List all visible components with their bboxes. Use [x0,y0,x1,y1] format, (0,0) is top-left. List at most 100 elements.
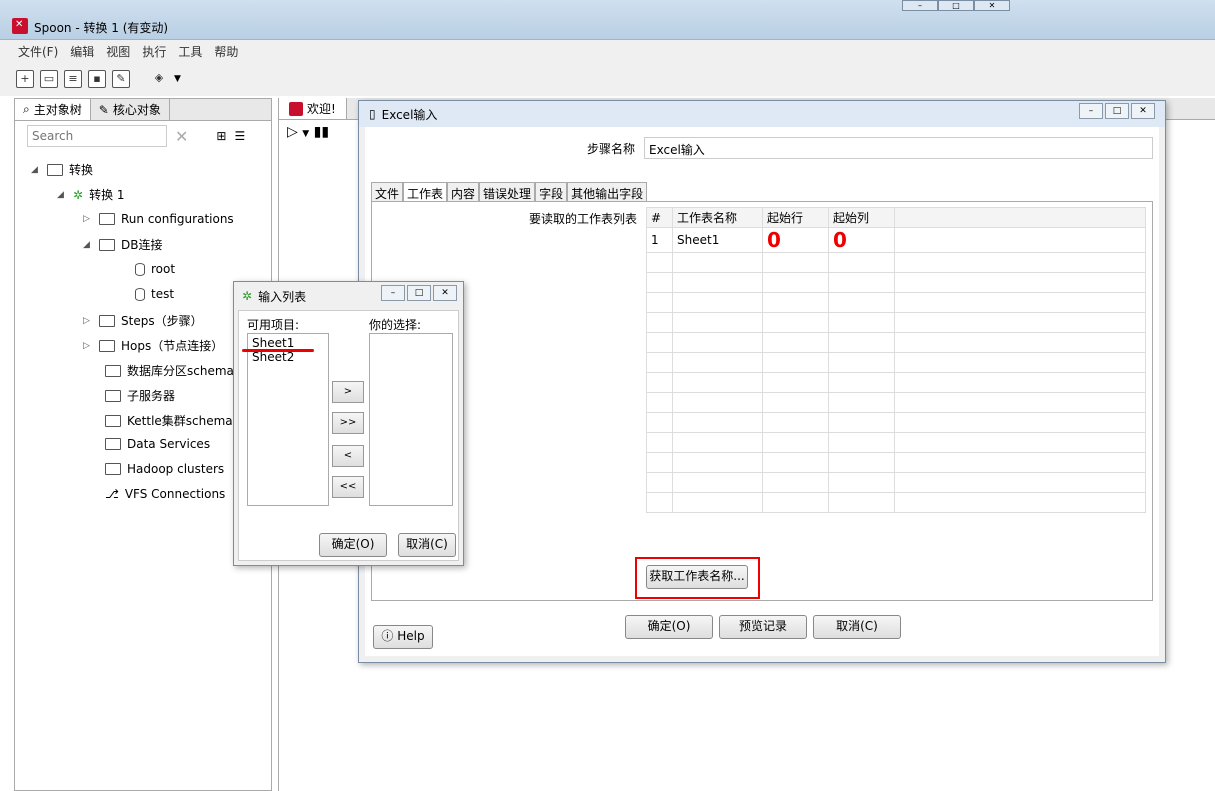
cancel-button[interactable]: 取消(C) [398,533,456,557]
selected-list[interactable] [369,333,453,506]
column-header [894,207,1146,228]
table-row [646,332,1146,353]
collapsed-arrow-icon: ▷ [83,315,90,326]
menu-file[interactable]: 文件(F) [18,43,58,60]
menu-tools[interactable]: 工具 [178,43,202,60]
table-row[interactable]: 1 Sheet1 0 0 [646,227,1146,253]
window-title: Spoon - 转换 1 (有变动) [34,21,169,35]
tree-node-hops[interactable]: ▷ Hops（节点连接） [83,337,223,354]
tree-node-partition[interactable]: 数据库分区schemas [105,362,240,379]
excel-dialog-titlebar: ▯ Excel输入 [359,101,1165,127]
tree-node-db-test[interactable]: test [135,287,174,301]
spoon-app-icon [12,18,28,34]
tree-node-root[interactable]: ◢ 转换 [31,161,93,178]
save-as-icon[interactable]: ✎ [112,70,130,88]
tab-welcome[interactable]: 欢迎! [279,98,347,119]
window-titlebar: Spoon - 转换 1 (有变动) – □ ✕ [0,0,1215,40]
ok-button[interactable]: 确定(O) [625,615,713,639]
sheet-name-cell[interactable]: Sheet1 [672,227,763,253]
help-button[interactable]: ⓘ Help [373,625,433,649]
move-right-button[interactable]: > [332,381,364,403]
folder-icon [99,314,115,327]
list-item[interactable]: Sheet1 [248,334,328,350]
folder-icon [105,414,121,427]
tree-node-db-root[interactable]: root [135,262,175,276]
new-file-icon[interactable]: + [16,70,34,88]
move-all-right-button[interactable]: >> [332,412,364,434]
column-header: 工作表名称 [672,207,763,228]
chevron-down-icon[interactable]: ▼ [174,74,181,84]
column-header: 起始行 [762,207,829,228]
spoon-icon [289,101,303,116]
cancel-button[interactable]: 取消(C) [813,615,901,639]
available-list[interactable]: Sheet1 Sheet2 [247,333,329,506]
menu-edit[interactable]: 编辑 [70,43,94,60]
tree-node-subservers[interactable]: 子服务器 [105,387,175,404]
highlight-box [635,557,760,599]
maximize-icon[interactable]: □ [938,0,974,11]
tree-node-trans[interactable]: ◢ ✲ 转换 1 [57,186,125,203]
tree-node-hadoop[interactable]: Hadoop clusters [105,462,224,476]
pause-icon[interactable]: ▮▮ [314,124,329,140]
minimize-icon[interactable]: – [381,285,405,301]
open-folder-icon[interactable]: ▭ [40,70,58,88]
tree-node-cluster[interactable]: Kettle集群schemas [105,412,239,429]
table-row [646,252,1146,273]
folder-icon [105,389,121,402]
tab-core-objects[interactable]: ✎ 核心对象 [91,99,170,120]
run-icon[interactable]: ▷ [287,124,298,140]
tab-main-tree[interactable]: ⌕ 主对象树 [15,99,91,120]
tree-node-steps[interactable]: ▷ Steps（步骤） [83,312,203,329]
tree-node-db[interactable]: ◢ DB连接 [83,236,162,253]
menu-run[interactable]: 执行 [142,43,166,60]
table-row [646,312,1146,333]
close-icon[interactable]: ✕ [974,0,1010,11]
chevron-down-icon[interactable]: ▼ [302,129,309,139]
column-header: 起始列 [828,207,895,228]
maximize-icon[interactable]: □ [1105,103,1129,119]
move-all-left-button[interactable]: << [332,476,364,498]
selected-label: 你的选择: [369,318,422,332]
transformation-icon: ✲ [73,187,84,202]
start-row-cell[interactable]: 0 [762,227,829,253]
expand-tree-icon[interactable]: ⊞ [216,129,226,143]
minimize-icon[interactable]: – [1079,103,1103,119]
table-row [646,492,1146,513]
step-name-input[interactable]: Excel输入 [644,137,1153,159]
expanded-arrow-icon: ◢ [31,164,38,175]
collapse-tree-icon[interactable]: ☰ [234,129,245,143]
clear-search-icon[interactable]: ✕ [175,127,188,146]
sheets-tab-panel: 要读取的工作表列表 # 工作表名称 起始行 起始列 1 Sheet1 0 0 获… [371,201,1153,601]
move-left-button[interactable]: < [332,445,364,467]
tree-node-vfs[interactable]: ⎇ VFS Connections [105,487,225,501]
folder-icon [99,213,115,225]
preview-button[interactable]: 预览记录 [719,615,807,639]
tree-node-dataservices[interactable]: Data Services [105,437,210,451]
search-input[interactable] [27,125,167,147]
start-col-cell[interactable]: 0 [828,227,895,253]
save-icon[interactable]: ▪ [88,70,106,88]
database-icon [135,262,145,276]
sheet-table[interactable]: # 工作表名称 起始行 起始列 1 Sheet1 0 0 [646,207,1146,513]
explore-icon[interactable]: ≡ [64,70,82,88]
table-row [646,412,1146,433]
annotation-underline [242,349,314,352]
folder-icon [99,339,115,352]
close-icon[interactable]: ✕ [433,285,457,301]
tree-node-run-config[interactable]: ▷ Run configurations [83,212,234,226]
layers-icon[interactable]: ◈ [150,70,168,88]
available-label: 可用项目: [247,318,300,332]
minimize-icon[interactable]: – [902,0,938,11]
ok-button[interactable]: 确定(O) [319,533,387,557]
excel-dialog-body: 步骤名称 Excel输入 文件 工作表 内容 错误处理 字段 其他输出字段 要读… [365,127,1159,656]
close-icon[interactable]: ✕ [1131,103,1155,119]
menu-help[interactable]: 帮助 [214,43,238,60]
menu-view[interactable]: 视图 [106,43,130,60]
maximize-icon[interactable]: □ [407,285,431,301]
pencil-icon: ✎ [98,102,109,117]
list-item[interactable]: Sheet2 [248,350,328,364]
table-row [646,272,1146,293]
table-row [646,372,1146,393]
input-list-dialog: ✲ 输入列表 – □ ✕ 可用项目: 你的选择: Sheet1 Sheet2 >… [233,281,464,566]
expanded-arrow-icon: ◢ [83,239,90,250]
